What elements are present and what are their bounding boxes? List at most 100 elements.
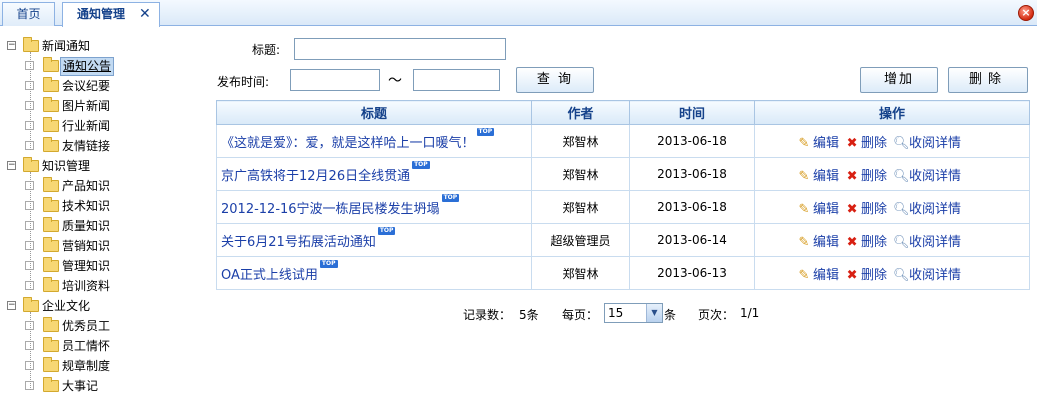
table-row[interactable]: 京广高铁将于12月26日全线贯通TOP 郑智林 2013-06-18 ✎ 编辑 ✖ 删除 🔍︎… [216,157,1030,191]
tree-item[interactable]: 培训资料 [6,276,186,296]
tree-item[interactable]: 大事记 [6,376,186,396]
delete-link[interactable]: ✖ 删除 [845,264,887,283]
edit-link[interactable]: ✎ 编辑 [797,165,839,184]
row-title-cell[interactable]: 《这就是爱》：爱，就是这样哈上一口暖气！TOP [216,124,532,158]
tree-group[interactable]: − 企业文化 [6,296,186,316]
collapse-icon[interactable]: − [7,301,16,310]
add-button[interactable]: 增加 [860,67,938,93]
record-count-label: 记录数： [463,308,512,322]
row-title-link[interactable]: 2012-12-16宁波一栋居民楼发生坍塌 [221,202,440,217]
edit-label: 编辑 [813,234,840,250]
delete-link[interactable]: ✖ 删除 [845,198,887,217]
edit-link[interactable]: ✎ 编辑 [797,198,839,217]
notice-table: 标题 作者 时间 操作 《这就是爱》：爱，就是这样哈上一口暖气！TOP 郑智林 20… [216,100,1030,290]
row-actions: ✎ 编辑 ✖ 删除 🔍︎收阅详情 [754,190,1030,224]
delete-link[interactable]: ✖ 删除 [845,132,887,151]
tree-connector [30,172,31,290]
per-page-value: 15 [608,306,624,320]
tree-item-label: 产品知识 [62,179,111,193]
date-to-input[interactable] [413,69,500,91]
tree-group[interactable]: − 新闻通知 [6,36,186,56]
table-row[interactable]: 《这就是爱》：爱，就是这样哈上一口暖气！TOP 郑智林 2013-06-18 ✎ 编辑 ✖… [216,124,1030,158]
read-detail-link[interactable]: 🔍︎收阅详情 [893,231,961,250]
tree-item[interactable]: 会议纪要 [6,76,186,96]
row-date: 2013-06-14 [629,223,755,257]
folder-icon [43,337,59,352]
tab-close-icon[interactable]: ✕ [139,3,151,25]
row-title-cell[interactable]: 京广高铁将于12月26日全线贯通TOP [216,157,532,191]
table-row[interactable]: 关于6月21号拓展活动通知TOP 超级管理员 2013-06-14 ✎ 编辑 ✖ 删除 🔍︎收… [216,223,1030,257]
tree-item-label: 技术知识 [62,199,111,213]
row-title-cell[interactable]: 关于6月21号拓展活动通知TOP [216,223,532,257]
read-detail-link[interactable]: 🔍︎收阅详情 [893,165,961,184]
row-title-cell[interactable]: 2012-12-16宁波一栋居民楼发生坍塌TOP [216,190,532,224]
magnifier-icon: 🔍︎ [893,135,910,151]
delete-x-icon: ✖ [846,201,858,217]
row-title-cell[interactable]: OA正式上线试用TOP [216,256,532,290]
tree-item-label: 图片新闻 [62,99,111,113]
table-row[interactable]: 2012-12-16宁波一栋居民楼发生坍塌TOP 郑智林 2013-06-18 ✎ 编辑… [216,190,1030,224]
edit-link[interactable]: ✎ 编辑 [797,264,839,283]
folder-icon [43,177,59,192]
delete-x-icon: ✖ [846,234,858,250]
chevron-down-icon[interactable]: ▼ [646,304,662,322]
tree-item[interactable]: 营销知识 [6,236,186,256]
read-detail-link[interactable]: 🔍︎收阅详情 [893,264,961,283]
per-page-select[interactable]: 15 ▼ [604,303,663,323]
tree-item[interactable]: 员工情怀 [6,336,186,356]
read-detail-link[interactable]: 🔍︎收阅详情 [893,132,961,151]
magnifier-icon: 🔍︎ [893,234,910,250]
tree-group-label: 新闻通知 [42,39,91,53]
tree-item[interactable]: 友情链接 [6,136,186,156]
delete-label: 删除 [861,201,888,217]
folder-open-icon [23,297,39,312]
row-date: 2013-06-18 [629,124,755,158]
column-header-author: 作者 [531,100,630,125]
collapse-icon[interactable]: − [7,161,16,170]
tree-item[interactable]: 行业新闻 [6,116,186,136]
date-from-input[interactable] [290,69,380,91]
delete-link[interactable]: ✖ 删除 [845,165,887,184]
tab-notice-management[interactable]: 通知管理 ✕ [62,2,160,27]
read-detail-label: 收阅详情 [909,201,962,217]
delete-button[interactable]: 删除 [948,67,1028,93]
tree-item[interactable]: 优秀员工 [6,316,186,336]
tab-home[interactable]: 首页 [2,2,55,26]
row-title-link[interactable]: 京广高铁将于12月26日全线贯通 [221,169,410,184]
read-detail-link[interactable]: 🔍︎收阅详情 [893,198,961,217]
table-row[interactable]: OA正式上线试用TOP 郑智林 2013-06-13 ✎ 编辑 ✖ 删除 🔍︎收阅详情 [216,256,1030,290]
tree-item[interactable]: 通知公告 [6,56,186,76]
row-title-link[interactable]: OA正式上线试用 [221,268,318,283]
row-title-link[interactable]: 《这就是爱》：爱，就是这样哈上一口暖气！ [221,136,475,151]
tree-item[interactable]: 技术知识 [6,196,186,216]
row-author: 郑智林 [531,157,630,191]
tree-item-label: 优秀员工 [62,319,111,333]
tree-item[interactable]: 图片新闻 [6,96,186,116]
folder-icon [43,197,59,212]
folder-icon [43,357,59,372]
top-badge-icon: TOP [476,127,495,136]
window-close-icon[interactable]: × [1018,5,1034,21]
folder-icon [43,97,59,112]
edit-link[interactable]: ✎ 编辑 [797,231,839,250]
delete-link[interactable]: ✖ 删除 [845,231,887,250]
tree-item[interactable]: 质量知识 [6,216,186,236]
tree-item[interactable]: 管理知识 [6,256,186,276]
collapse-icon[interactable]: − [7,41,16,50]
tree-item[interactable]: 产品知识 [6,176,186,196]
column-header-actions: 操作 [754,100,1030,125]
folder-icon [43,217,59,232]
column-header-title: 标题 [216,100,532,125]
pencil-icon: ✎ [798,201,810,217]
title-input[interactable] [294,38,506,60]
edit-link[interactable]: ✎ 编辑 [797,132,839,151]
folder-icon [43,277,59,292]
tree-group[interactable]: − 知识管理 [6,156,186,176]
row-actions: ✎ 编辑 ✖ 删除 🔍︎收阅详情 [754,256,1030,290]
tab-bar: 首页 通知管理 ✕ × [0,0,1037,27]
read-detail-label: 收阅详情 [909,234,962,250]
tree-item-label: 通知公告 [60,57,115,76]
row-title-link[interactable]: 关于6月21号拓展活动通知 [221,235,376,250]
query-button[interactable]: 查 询 [516,67,594,93]
tree-item[interactable]: 规章制度 [6,356,186,376]
